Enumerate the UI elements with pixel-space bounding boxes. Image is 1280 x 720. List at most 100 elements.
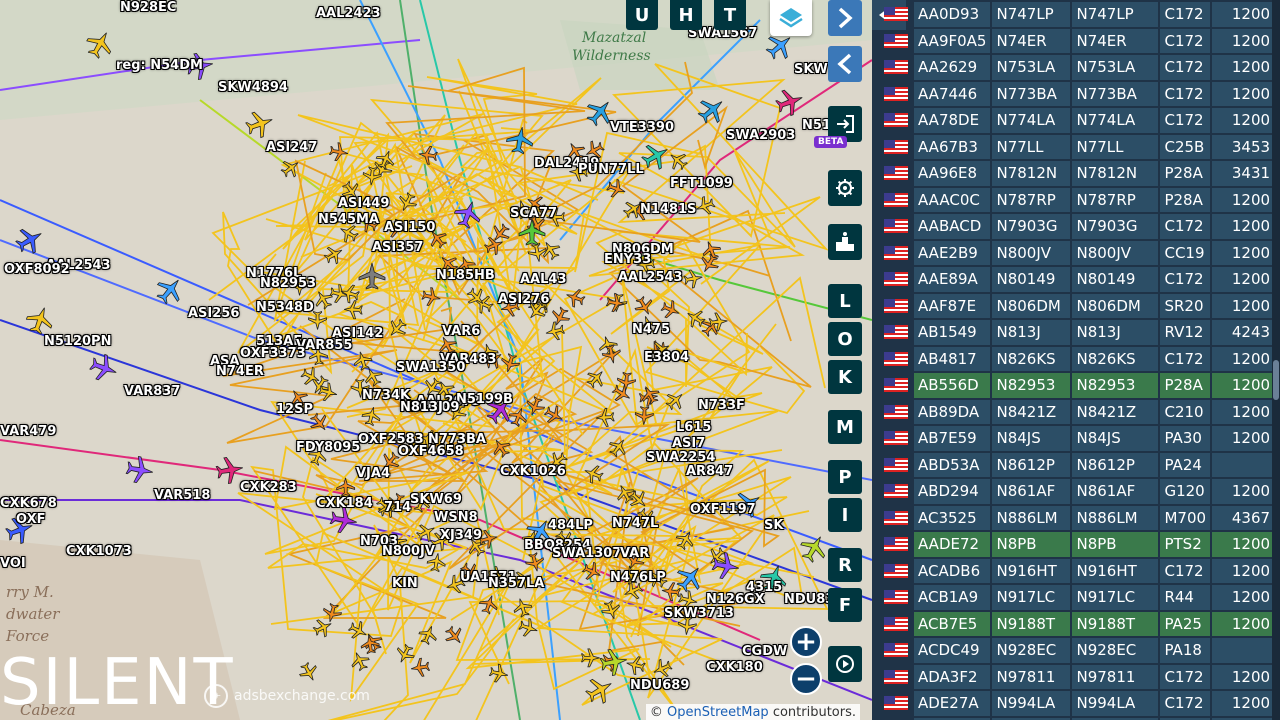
table-row[interactable]: AB7E59 N84JS N84JS PA30 1200 <box>880 426 1275 451</box>
table-row[interactable]: ACDC49 N928EC N928EC PA18 <box>880 638 1275 663</box>
aircraft-callsign-label[interactable]: N74ER <box>216 364 264 379</box>
aircraft-callsign-label[interactable]: N476LP <box>610 570 666 585</box>
aircraft-callsign-label[interactable]: OXF4658 <box>398 444 464 459</box>
aircraft-callsign-label[interactable]: WSN8 <box>434 510 478 525</box>
table-row[interactable]: ADE27A N994LA N994LA C172 1200 <box>880 691 1275 716</box>
table-row[interactable]: ACADB6 N916HT N916HT C172 1200 <box>880 558 1275 583</box>
table-row[interactable]: AB1549 N813J N813J RV12 4243 <box>880 320 1275 345</box>
aircraft-callsign-label[interactable]: VAR <box>620 546 649 561</box>
aircraft-callsign-label[interactable]: AAL2423 <box>316 6 381 21</box>
aircraft-callsign-label[interactable]: CGDW <box>742 644 787 659</box>
aircraft-callsign-label[interactable]: FFT1099 <box>670 176 733 191</box>
settings-button[interactable] <box>828 170 862 206</box>
table-row[interactable]: AABACD N7903G N7903G C172 1200 <box>880 214 1275 239</box>
map-layers-button[interactable] <box>770 0 812 36</box>
aircraft-callsign-label[interactable]: NDU689 <box>630 678 689 693</box>
aircraft-callsign-label[interactable]: FDY8095 <box>296 440 360 455</box>
aircraft-callsign-label[interactable]: VJA4 <box>356 466 390 481</box>
aircraft-callsign-label[interactable]: ENY33 <box>604 252 651 267</box>
map-view[interactable]: Mazatzal Wilderness rry M. dwater Force … <box>0 0 872 720</box>
aircraft-callsign-label[interactable]: E3804 <box>644 350 689 365</box>
aircraft-callsign-label[interactable]: ASI247 <box>266 140 317 155</box>
aircraft-callsign-label[interactable]: VAR837 <box>124 384 180 399</box>
aircraft-callsign-label[interactable]: N813J <box>400 400 443 415</box>
table-row[interactable]: AA67B3 N77LL N77LL C25B 3453 <box>880 134 1275 159</box>
aircraft-callsign-label[interactable]: SKW <box>794 62 828 77</box>
aircraft-callsign-label[interactable]: N357LA <box>488 576 544 591</box>
aircraft-callsign-label[interactable]: N82953 <box>260 276 316 291</box>
table-row[interactable]: AAE89A N80149 N80149 C172 1200 <box>880 267 1275 292</box>
aircraft-icon[interactable] <box>548 305 572 329</box>
replay-button[interactable] <box>828 646 862 682</box>
aircraft-callsign-label[interactable]: 12SP <box>276 402 313 417</box>
openstreetmap-link[interactable]: OpenStreetMap <box>667 705 769 720</box>
expand-panel-button[interactable] <box>828 0 862 36</box>
aircraft-callsign-label[interactable]: N1481S <box>640 202 696 217</box>
table-row[interactable]: AA78DE N774LA N774LA C172 1200 <box>880 108 1275 133</box>
table-row[interactable]: AADE72 N8PB N8PB PTS2 1200 <box>880 532 1275 557</box>
aircraft-callsign-label[interactable]: XJ349 <box>440 528 482 543</box>
zoom-out-button[interactable]: − <box>790 663 822 695</box>
table-row[interactable]: AAE2B9 N800JV N800JV CC19 1200 <box>880 240 1275 265</box>
aircraft-callsign-label[interactable]: VTE3390 <box>610 120 674 135</box>
aircraft-callsign-label[interactable]: OXF3373 <box>240 346 306 361</box>
aircraft-icon[interactable] <box>417 623 440 646</box>
aircraft-callsign-label[interactable]: N545MA <box>318 212 379 227</box>
aircraft-callsign-label[interactable]: ASI256 <box>188 306 239 321</box>
aircraft-callsign-label[interactable]: SKW3713 <box>664 606 734 621</box>
collapse-panel-button[interactable] <box>828 46 862 82</box>
table-row[interactable]: AA9F0A5 N74ER N74ER C172 1200 <box>880 28 1275 53</box>
table-row[interactable]: ABD294 N861AF N861AF G120 1200 <box>880 479 1275 504</box>
aircraft-icon[interactable] <box>796 530 832 566</box>
table-row[interactable]: ACB7E5 N9188T N9188T PA25 1200 <box>880 611 1275 636</box>
toggle-t-button[interactable]: T <box>714 0 746 30</box>
aircraft-callsign-label[interactable]: SWA1350 <box>396 360 465 375</box>
table-row[interactable]: AC3525 N886LM N886LM M700 4367 <box>880 505 1275 530</box>
aircraft-icon[interactable] <box>23 303 56 336</box>
aircraft-callsign-label[interactable]: ASI276 <box>498 292 549 307</box>
aircraft-callsign-label[interactable]: L615 <box>676 420 711 435</box>
table-row[interactable]: AA96E8 N7812N N7812N P28A 3431 <box>880 161 1275 186</box>
table-row[interactable]: AA2629 N753LA N753LA C172 1200 <box>880 55 1275 80</box>
aircraft-callsign-label[interactable]: CXK1073 <box>66 544 132 559</box>
aircraft-callsign-label[interactable]: SKW4894 <box>218 80 288 95</box>
aircraft-callsign-label[interactable]: AAL43 <box>520 272 567 287</box>
table-row[interactable]: AAF87E N806DM N806DM SR20 1200 <box>880 293 1275 318</box>
aircraft-callsign-label[interactable]: N800JV <box>382 544 435 559</box>
aircraft-callsign-label[interactable]: N185HB <box>436 268 495 283</box>
aircraft-callsign-label[interactable]: OXF8092 <box>4 262 70 277</box>
stats-button[interactable] <box>828 224 862 260</box>
aircraft-callsign-label[interactable]: SCA77 <box>510 206 557 221</box>
toggle-p-button[interactable]: P <box>828 460 862 494</box>
aircraft-callsign-label[interactable]: AR847 <box>686 464 733 479</box>
aircraft-callsign-label[interactable]: VAR518 <box>154 488 210 503</box>
toggle-l-button[interactable]: L <box>828 284 862 318</box>
toggle-r-button[interactable]: R <box>828 548 862 582</box>
table-row[interactable]: ACB1A9 N917LC N917LC R44 1200 <box>880 585 1275 610</box>
toggle-k-button[interactable]: K <box>828 360 862 394</box>
aircraft-callsign-label[interactable]: reg: N54DM <box>116 58 203 73</box>
aircraft-callsign-label[interactable]: SWA2254 <box>646 450 715 465</box>
scrollbar-thumb[interactable] <box>1273 360 1279 400</box>
aircraft-callsign-label[interactable]: SWA2903 <box>726 128 795 143</box>
aircraft-callsign-label[interactable]: CXK1026 <box>500 464 566 479</box>
toggle-f-button[interactable]: F <box>828 588 862 622</box>
aircraft-callsign-label[interactable]: N5120PN <box>44 334 111 349</box>
aircraft-callsign-label[interactable]: SWA1307 <box>552 546 621 561</box>
toggle-m-button[interactable]: M <box>828 410 862 444</box>
aircraft-icon[interactable] <box>410 657 431 677</box>
aircraft-callsign-label[interactable]: SKW69 <box>410 492 462 507</box>
aircraft-callsign-label[interactable]: N51 <box>802 118 831 133</box>
aircraft-callsign-label[interactable]: ASI449 <box>338 196 389 211</box>
toggle-u-button[interactable]: U <box>626 0 658 30</box>
panel-scrollbar[interactable] <box>1272 0 1280 720</box>
toggle-i-button[interactable]: I <box>828 498 862 532</box>
aircraft-callsign-label[interactable]: VAR479 <box>0 424 56 439</box>
aircraft-callsign-label[interactable]: N5348D <box>256 300 314 315</box>
aircraft-callsign-label[interactable]: SK <box>764 518 783 533</box>
aircraft-icon[interactable] <box>634 406 654 425</box>
aircraft-icon[interactable] <box>297 660 321 684</box>
toggle-o-button[interactable]: O <box>828 322 862 356</box>
aircraft-callsign-label[interactable]: ASI150 <box>384 220 435 235</box>
aircraft-callsign-label[interactable]: CXK180 <box>706 660 763 675</box>
